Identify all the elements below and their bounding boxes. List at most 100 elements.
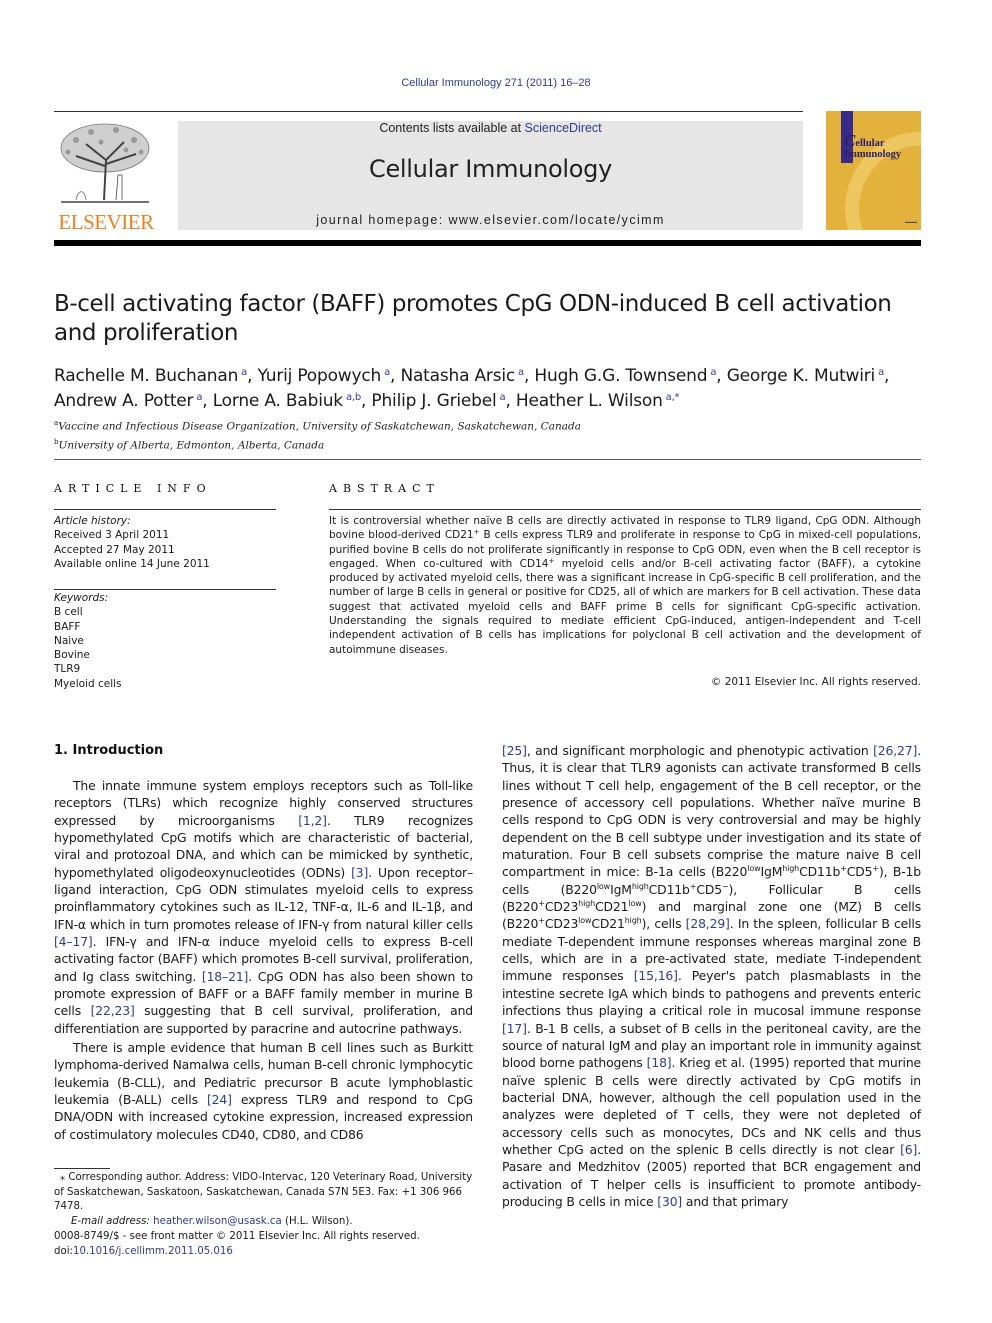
article-history: Article history: Received 3 April 2011 A… — [54, 514, 210, 571]
intro-paragraph-1: The innate immune system employs recepto… — [54, 778, 474, 1036]
author[interactable]: Lorne A. Babiuk — [213, 391, 343, 411]
keyword: TLR9 — [54, 663, 81, 676]
intro-column-2: [25], and significant morphologic and ph… — [502, 743, 921, 1209]
author-affiliation-mark[interactable]: a — [193, 392, 202, 403]
superscript: + — [689, 881, 697, 891]
superscript: low — [578, 916, 592, 926]
issn-line: 0008-8749/$ - see front matter © 2011 El… — [54, 1231, 420, 1242]
author[interactable]: Yurij Popowych — [258, 366, 382, 386]
author[interactable]: Andrew A. Potter — [54, 391, 194, 411]
affiliation: aVaccine and Infectious Disease Organiza… — [54, 419, 581, 433]
citation-link[interactable]: [4–17] — [54, 934, 93, 949]
citation-link[interactable]: [3] — [351, 865, 368, 880]
superscript: high — [624, 916, 642, 926]
affiliation: bUniversity of Alberta, Edmonton, Albert… — [54, 437, 325, 452]
article-info-heading: ARTICLE INFO — [54, 482, 212, 495]
header-thick-rule — [54, 240, 921, 246]
keywords-label: Keywords: — [54, 592, 109, 604]
history-entry: Available online 14 June 2011 — [54, 557, 210, 570]
superscript: + — [538, 899, 545, 909]
superscript: low — [628, 899, 642, 909]
citation-link[interactable]: [28,29] — [686, 916, 730, 931]
author[interactable]: Natasha Arsic — [400, 366, 515, 386]
author[interactable]: George K. Mutwiri — [727, 366, 876, 386]
abstract-rule — [329, 509, 921, 510]
citation-link[interactable]: [15,16] — [634, 968, 678, 983]
contents-line: Contents lists available at ScienceDirec… — [178, 121, 803, 135]
author-list: Rachelle M. Buchanan a, Yurij Popowych a… — [54, 366, 890, 411]
citation-link[interactable]: [6] — [900, 1142, 917, 1157]
author[interactable]: Rachelle M. Buchanan — [54, 366, 238, 386]
history-entry: Received 3 April 2011 — [54, 529, 170, 542]
article-info-rule — [54, 509, 276, 510]
abstract-text: It is controversial whether naïve B cell… — [329, 515, 921, 656]
superscript: low — [747, 864, 761, 874]
cover-title: Cellular Immunology — [844, 132, 902, 160]
keyword: BAFF — [54, 620, 81, 633]
keywords-rule — [54, 589, 276, 590]
citation-link[interactable]: [30] — [657, 1194, 682, 1209]
citation-link[interactable]: [25] — [502, 743, 527, 758]
abstract-copyright: © 2011 Elsevier Inc. All rights reserved… — [710, 676, 921, 688]
journal-banner: Contents lists available at ScienceDirec… — [178, 121, 803, 230]
sciencedirect-link[interactable]: ScienceDirect — [525, 121, 602, 135]
intro-paragraph-2: There is ample evidence that human B cel… — [54, 1040, 473, 1142]
superscript: low — [596, 881, 611, 891]
keyword: Bovine — [54, 649, 90, 662]
footnote-rule — [54, 1168, 110, 1169]
article-title: B-cell activating factor (BAFF) promotes… — [54, 290, 914, 348]
author-affiliation-mark[interactable]: a — [875, 367, 884, 378]
citation-link[interactable]: [24] — [207, 1092, 232, 1107]
citation-link[interactable]: [26,27] — [873, 743, 917, 758]
keyword: Myeloid cells — [54, 677, 122, 690]
author-affiliation-mark[interactable]: a — [707, 367, 716, 378]
section-heading-introduction: 1. Introduction — [54, 743, 164, 758]
journal-cover-image[interactable]: Cellular Immunology ▬▬▬ — [826, 111, 921, 230]
citation-link[interactable]: [22,23] — [91, 1003, 135, 1018]
keyword: Naive — [54, 634, 84, 647]
cover-publisher-mark: ▬▬▬ — [905, 219, 917, 224]
elsevier-tree-icon — [60, 123, 150, 203]
author[interactable]: Heather L. Wilson — [516, 391, 663, 411]
header-top-rule — [54, 111, 803, 112]
author-affiliation-mark[interactable]: a — [515, 367, 524, 378]
keywords: Keywords: B cell BAFF Naive Bovine TLR9 … — [54, 591, 122, 691]
elsevier-logo[interactable]: ELSEVIER — [54, 118, 158, 234]
article-title-line2: and proliferation — [54, 320, 239, 346]
contents-prefix: Contents lists available at — [379, 121, 525, 135]
citation-link[interactable]: [18] — [647, 1055, 672, 1070]
abstract-heading: ABSTRACT — [329, 482, 440, 495]
keyword: B cell — [54, 606, 83, 619]
author[interactable]: Hugh G.G. Townsend — [534, 366, 707, 386]
cover-title-initial: C — [844, 131, 856, 150]
author[interactable]: Philip J. Griebel — [371, 391, 496, 411]
author-affiliation-mark[interactable]: a — [497, 392, 506, 403]
citation-link[interactable]: [1,2] — [298, 813, 327, 828]
author-affiliation-mark[interactable]: a,b — [343, 392, 361, 403]
doi-link[interactable]: 10.1016/j.cellimm.2011.05.016 — [73, 1246, 233, 1257]
article-history-label: Article history: — [54, 515, 131, 527]
superscript: + — [872, 864, 879, 874]
author-affiliation-mark[interactable]: a — [238, 367, 247, 378]
front-matter: 0008-8749/$ - see front matter © 2011 El… — [54, 1231, 420, 1257]
journal-title: Cellular Immunology — [369, 155, 612, 183]
elsevier-wordmark: ELSEVIER — [58, 210, 154, 234]
citation-link[interactable]: [17] — [502, 1021, 527, 1036]
cover-title-line2: Immunology — [844, 149, 902, 160]
superscript: high — [578, 899, 596, 909]
superscript: high — [782, 864, 800, 874]
superscript: high — [631, 881, 649, 891]
journal-homepage-link[interactable]: journal homepage: www.elsevier.com/locat… — [178, 213, 803, 227]
section-divider — [54, 459, 921, 460]
superscript: + — [840, 864, 847, 874]
citation-link[interactable]: [18–21] — [202, 969, 249, 984]
history-entry: Accepted 27 May 2011 — [54, 543, 175, 556]
affiliations: aVaccine and Infectious Disease Organiza… — [54, 416, 581, 453]
journal-citation-link[interactable]: Cellular Immunology 271 (2011) 16–28 — [0, 77, 992, 89]
author-affiliation-mark[interactable]: a — [381, 367, 390, 378]
author-affiliation-mark[interactable]: a,* — [663, 392, 680, 403]
email-label: E-mail address: — [71, 1215, 154, 1227]
corresponding-author-footnote: ⁎ Corresponding author. Address: VIDO-In… — [54, 1172, 473, 1227]
superscript: + — [538, 916, 545, 926]
email-link[interactable]: heather.wilson@usask.ca — [153, 1216, 282, 1227]
